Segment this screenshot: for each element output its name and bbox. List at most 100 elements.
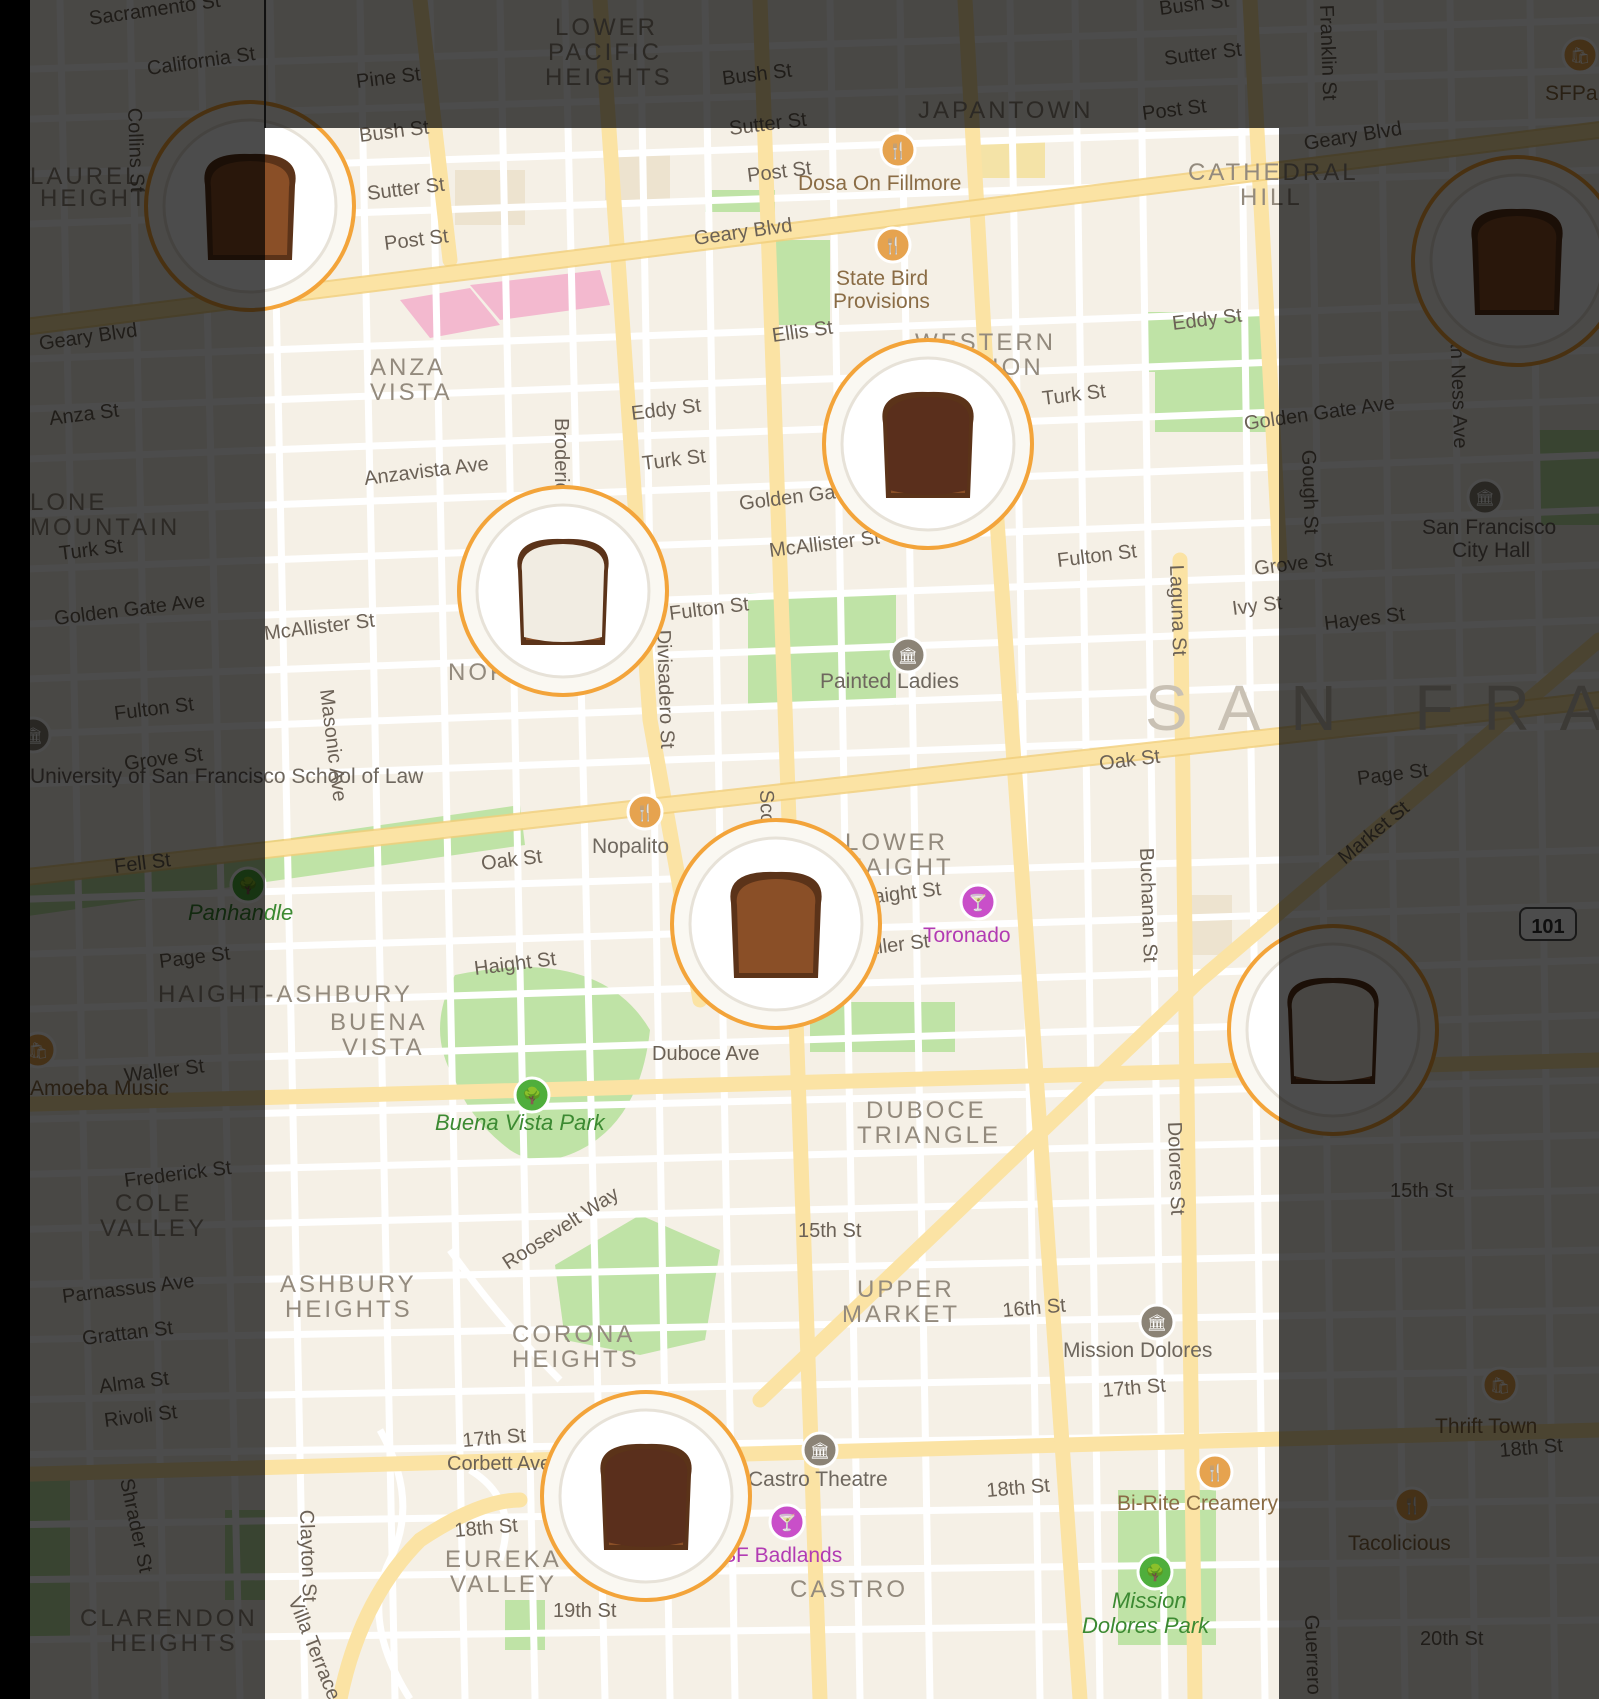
poi-label: Panhandle	[188, 900, 293, 925]
restaurant-icon[interactable]: 🍴	[1196, 1453, 1234, 1491]
neighborhood-label: CLARENDON	[80, 1605, 258, 1632]
neighborhood-label: HEIGHTS	[545, 64, 673, 91]
neighborhood-label: VALLEY	[100, 1215, 207, 1242]
street-label: Clayton St	[295, 1509, 320, 1602]
street-label: Guerrero St	[1300, 1614, 1326, 1699]
street-label: Laguna St	[1165, 564, 1190, 656]
toast-pin-plain-right-edge[interactable]	[1411, 155, 1599, 367]
neighborhood-label: JAPANTOWN	[918, 97, 1093, 124]
street-label: 15th St	[1390, 1180, 1454, 1202]
street-label: Dolores St	[1163, 1121, 1188, 1216]
neighborhood-label: ANZA	[370, 354, 446, 381]
tree-icon[interactable]: 🌳	[1136, 1553, 1174, 1591]
svg-text:🍴: 🍴	[883, 236, 903, 255]
neighborhood-label: DUBOCE	[866, 1097, 987, 1124]
restaurant-icon[interactable]: 🍴	[626, 793, 664, 831]
svg-text:🏛: 🏛	[1475, 488, 1495, 507]
street-label: Buchanan St	[1135, 847, 1161, 963]
nutella-topping	[604, 1449, 688, 1547]
poi-label: Buena Vista Park	[435, 1110, 606, 1135]
left-black-strip	[0, 0, 30, 1699]
svg-text:🍴: 🍴	[635, 803, 655, 822]
city-label: SAN FRANCISCO	[1145, 672, 1599, 744]
poi-label: Castro Theatre	[748, 1468, 888, 1491]
street-label: Duboce Ave	[652, 1043, 760, 1065]
svg-text:🍸: 🍸	[968, 893, 988, 912]
poi-label: Toronado	[923, 924, 1011, 947]
neighborhood-label: HILL	[1240, 184, 1303, 211]
poi-label: State Bird	[836, 267, 928, 290]
street-label: Corbett Ave	[447, 1453, 551, 1475]
shopping-icon[interactable]: 🛍	[1561, 36, 1599, 74]
poi-label: SFPa	[1545, 82, 1598, 105]
svg-text:🌳: 🌳	[1145, 1563, 1165, 1582]
neighborhood-label: CASTRO	[790, 1576, 908, 1603]
nutella-topping	[886, 397, 970, 495]
poi-label: Painted Ladies	[820, 670, 959, 693]
neighborhood-label: VISTA	[370, 379, 453, 406]
poi-label: Bi-Rite Creamery	[1117, 1492, 1279, 1515]
poi-label: Provisions	[833, 290, 930, 313]
poi-label: SF Badlands	[722, 1544, 842, 1567]
poi-label: University of San Francisco School of La…	[30, 765, 424, 788]
street-label: 19th St	[553, 1600, 617, 1622]
neighborhood-label: HEIGHTS	[512, 1346, 640, 1373]
street-label: Divisadero St	[652, 629, 678, 749]
divider-line	[264, 0, 266, 128]
poi-label: San Francisco	[1422, 516, 1556, 539]
toast-pin-nutella-eureka-valley[interactable]	[540, 1390, 752, 1602]
poi-label: Amoeba Music	[30, 1077, 169, 1100]
neighborhood-label: LONE	[30, 489, 107, 516]
neighborhood-label: CATHEDRAL	[1188, 159, 1359, 186]
toast-pin-plain-lower-haight[interactable]	[670, 818, 882, 1030]
poi-label: Dolores Park	[1082, 1613, 1210, 1638]
poi-label: Thrift Town	[1435, 1415, 1537, 1438]
svg-text:🛍: 🛍	[1570, 46, 1590, 65]
svg-text:🌳: 🌳	[238, 876, 258, 895]
restaurant-icon[interactable]: 🍴	[1393, 1486, 1431, 1524]
neighborhood-label: LOWER	[555, 14, 658, 41]
poi-label: Mission Dolores	[1063, 1339, 1212, 1362]
cocktail-icon[interactable]: 🍸	[959, 883, 997, 921]
landmark-icon[interactable]: 🏛	[889, 636, 927, 674]
svg-text:🏛: 🏛	[898, 646, 918, 665]
neighborhood-label: VISTA	[342, 1034, 425, 1061]
toast-pin-plain-upper-left[interactable]	[144, 100, 356, 312]
poi-label: Dosa On Fillmore	[798, 172, 961, 195]
landmark-icon[interactable]: 🏛	[1138, 1303, 1176, 1341]
svg-text:🌳: 🌳	[522, 1086, 542, 1105]
toast-pin-butter-nopa[interactable]	[457, 485, 669, 697]
landmark-icon[interactable]: 🏛	[801, 1431, 839, 1469]
neighborhood-label: BUENA	[330, 1009, 428, 1036]
neighborhood-label: UPPER	[857, 1276, 955, 1303]
restaurant-icon[interactable]: 🍴	[879, 131, 917, 169]
restaurant-icon[interactable]: 🍴	[874, 226, 912, 264]
city-map[interactable]: LOWERPACIFICHEIGHTSJAPANTOWNCATHEDRALHIL…	[0, 0, 1599, 1699]
neighborhood-label: EUREKA	[445, 1546, 562, 1573]
street-label: 20th St	[1420, 1628, 1484, 1650]
street-label: Collins St	[123, 107, 148, 193]
tree-icon[interactable]: 🌳	[229, 866, 267, 904]
toast-pin-nutella-western-addition[interactable]	[822, 338, 1034, 550]
svg-text:🛍: 🛍	[1490, 1376, 1510, 1395]
neighborhood-label: COLE	[115, 1190, 192, 1217]
svg-text:🏛: 🏛	[1147, 1313, 1167, 1332]
poi-label: Nopalito	[592, 835, 669, 858]
neighborhood-label: MARKET	[842, 1301, 960, 1328]
svg-text:🏛: 🏛	[810, 1441, 830, 1460]
street-label: 15th St	[798, 1220, 862, 1242]
neighborhood-label: HEIGHTS	[110, 1630, 238, 1657]
cocktail-icon[interactable]: 🍸	[768, 1503, 806, 1541]
landmark-icon[interactable]: 🏛	[1466, 478, 1504, 516]
poi-label: Tacolicious	[1348, 1532, 1451, 1555]
neighborhood-label: CORONA	[512, 1321, 635, 1348]
tree-icon[interactable]: 🌳	[513, 1076, 551, 1114]
neighborhood-label: HEIGHTS	[285, 1296, 413, 1323]
shopping-icon[interactable]: 🛍	[1481, 1366, 1519, 1404]
neighborhood-label: ASHBURY	[280, 1271, 417, 1298]
svg-text:🛍: 🛍	[28, 1041, 48, 1060]
toast-pin-butter-right-edge[interactable]	[1227, 924, 1439, 1136]
svg-text:🍴: 🍴	[888, 141, 908, 160]
neighborhood-label: LOWER	[845, 829, 948, 856]
svg-text:🍸: 🍸	[777, 1513, 797, 1532]
